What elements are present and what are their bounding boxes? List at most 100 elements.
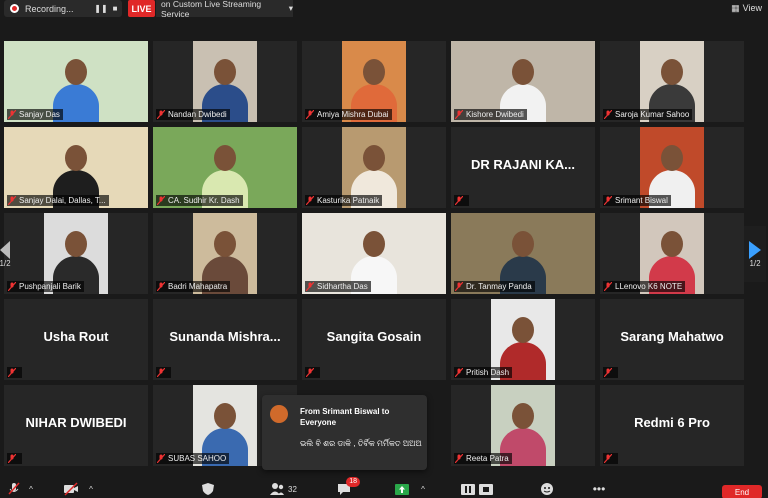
participant-tile[interactable]: Sangita Gosain bbox=[302, 299, 446, 380]
participant-display-name: Usha Rout bbox=[43, 329, 109, 344]
participant-head bbox=[214, 145, 236, 171]
participant-tile[interactable]: Amiya Mishra Dubai bbox=[302, 41, 446, 122]
participant-tile[interactable]: Redmi 6 Pro bbox=[600, 385, 744, 466]
mic-muted-icon bbox=[156, 110, 166, 120]
mic-muted-icon bbox=[7, 368, 17, 378]
participant-head bbox=[512, 317, 534, 343]
participant-tile[interactable]: Sarang Mahatwo bbox=[600, 299, 744, 380]
mic-muted-icon bbox=[7, 454, 17, 464]
shield-icon bbox=[202, 483, 214, 495]
participant-display-name: Sarang Mahatwo bbox=[620, 329, 724, 344]
participant-tile[interactable]: Sanjay Das bbox=[4, 41, 148, 122]
meeting-toolbar: ^ ^ 32 18 ^ ••• End bbox=[0, 477, 768, 498]
participant-tile[interactable]: Srimant Biswal bbox=[600, 127, 744, 208]
participant-tile[interactable]: Kishore Dwibedi bbox=[451, 41, 595, 122]
participant-name-label: Kishore Dwibedi bbox=[454, 109, 527, 120]
participant-name: Pritish Dash bbox=[466, 368, 510, 377]
page-indicator-right: 1/2 bbox=[749, 258, 761, 268]
participant-tile[interactable]: Sidhartha Das bbox=[302, 213, 446, 294]
participant-tile[interactable]: LLenovo K6 NOTE bbox=[600, 213, 744, 294]
participant-tile[interactable]: Kasturika Patnaik bbox=[302, 127, 446, 208]
mic-muted-icon bbox=[7, 282, 17, 292]
security-button[interactable] bbox=[200, 481, 216, 497]
participant-tile[interactable]: Dr. Tanmay Panda bbox=[451, 213, 595, 294]
participant-display-name: Sangita Gosain bbox=[326, 329, 422, 344]
mic-muted-icon bbox=[305, 110, 315, 120]
participants-button[interactable]: 32 bbox=[266, 481, 300, 497]
participant-name: Kishore Dwibedi bbox=[466, 110, 524, 119]
participant-head bbox=[65, 59, 87, 85]
participant-head bbox=[214, 403, 236, 429]
end-meeting-button[interactable]: End bbox=[722, 485, 762, 498]
pause-recording-icon[interactable]: ❚❚ bbox=[94, 4, 108, 13]
participant-tile[interactable]: Badri Mahapatra bbox=[153, 213, 297, 294]
participant-display-name: NIHAR DWIBEDI bbox=[25, 415, 127, 430]
stop-icon bbox=[479, 484, 493, 495]
participant-tile[interactable]: NIHAR DWIBEDI bbox=[4, 385, 148, 466]
participant-tile[interactable]: CA. Sudhir Kr. Dash bbox=[153, 127, 297, 208]
live-stream-service-dropdown[interactable]: on Custom Live Streaming Service ▾ bbox=[156, 0, 293, 19]
previous-page-button[interactable]: 1/2 bbox=[0, 226, 16, 282]
mic-muted-icon bbox=[454, 368, 464, 378]
mic-muted-icon bbox=[454, 110, 464, 120]
participant-name: Reeta Patra bbox=[466, 454, 509, 463]
participant-tile[interactable]: Saroja Kumar Sahoo bbox=[600, 41, 744, 122]
reactions-button[interactable] bbox=[540, 481, 556, 497]
view-button[interactable]: ▦ View bbox=[731, 1, 762, 15]
participant-name-label bbox=[603, 453, 618, 464]
participant-tile[interactable]: Reeta Patra bbox=[451, 385, 595, 466]
chat-unread-badge: 18 bbox=[346, 477, 360, 487]
mic-muted-icon bbox=[603, 110, 613, 120]
participant-display-name: Sunanda Mishra... bbox=[169, 329, 281, 344]
participant-head bbox=[363, 231, 385, 257]
participant-name: Saroja Kumar Sahoo bbox=[615, 110, 690, 119]
participant-tile[interactable]: Pushpanjali Barik bbox=[4, 213, 148, 294]
mic-muted-icon bbox=[7, 196, 17, 206]
mic-muted-icon bbox=[603, 282, 613, 292]
recording-indicator: Recording... ❚❚ ■ bbox=[4, 0, 122, 17]
participant-tile[interactable]: Sanjay Dalai, Dallas, T... bbox=[4, 127, 148, 208]
audio-options-caret-icon[interactable]: ^ bbox=[26, 481, 36, 497]
participant-name: Sanjay Dalai, Dallas, T... bbox=[19, 196, 106, 205]
chat-button[interactable]: 18 bbox=[336, 477, 360, 497]
more-options-icon[interactable]: ••• bbox=[590, 481, 608, 497]
video-options-caret-icon[interactable]: ^ bbox=[86, 481, 96, 497]
participant-name: Kasturika Patnaik bbox=[317, 196, 380, 205]
next-page-button[interactable]: 1/2 bbox=[744, 226, 766, 282]
record-icon bbox=[10, 4, 19, 13]
mute-button[interactable] bbox=[6, 481, 22, 497]
participants-icon bbox=[270, 483, 285, 495]
participant-display-name: Redmi 6 Pro bbox=[634, 415, 710, 430]
participant-tile[interactable]: Sunanda Mishra... bbox=[153, 299, 297, 380]
mic-muted-icon bbox=[7, 110, 17, 120]
avatar bbox=[270, 405, 288, 423]
smiley-plus-icon bbox=[541, 483, 553, 495]
stop-video-button[interactable] bbox=[62, 481, 80, 497]
mic-muted-icon bbox=[156, 282, 166, 292]
participant-tile[interactable]: Usha Rout bbox=[4, 299, 148, 380]
participant-name: LLenovo K6 NOTE bbox=[615, 282, 683, 291]
pause-stream-button[interactable] bbox=[460, 481, 476, 497]
stop-recording-icon[interactable]: ■ bbox=[108, 4, 122, 13]
participants-count: 32 bbox=[288, 484, 297, 494]
participant-name-label bbox=[454, 195, 469, 206]
participant-tile[interactable]: DR RAJANI KA... bbox=[451, 127, 595, 208]
mic-muted-icon bbox=[603, 368, 613, 378]
participant-name: Dr. Tanmay Panda bbox=[466, 282, 532, 291]
pause-icon bbox=[461, 484, 475, 495]
participant-name-label: Sanjay Dalai, Dallas, T... bbox=[7, 195, 109, 206]
mic-muted-icon bbox=[156, 196, 166, 206]
participant-tile[interactable]: Nandan Dwibedi bbox=[153, 41, 297, 122]
mic-muted-icon bbox=[305, 368, 315, 378]
chat-notification-popup[interactable]: From Srimant Biswal to Everyone ଭଲି ବି ଶ… bbox=[262, 395, 427, 470]
participant-name: Badri Mahapatra bbox=[168, 282, 228, 291]
participant-name-label: CA. Sudhir Kr. Dash bbox=[156, 195, 243, 206]
share-options-caret-icon[interactable]: ^ bbox=[418, 481, 428, 497]
participant-head bbox=[512, 59, 534, 85]
participant-name-label: Srimant Biswal bbox=[603, 195, 671, 206]
stop-stream-button[interactable] bbox=[478, 481, 494, 497]
participant-tile[interactable]: Pritish Dash bbox=[451, 299, 595, 380]
participant-name-label: LLenovo K6 NOTE bbox=[603, 281, 686, 292]
share-screen-button[interactable] bbox=[394, 481, 410, 497]
chat-message: ଭଲି ବି ଶର ଡାକି , ତିର୍ବିକ ମର୍ମିକତ ଅଅଅ bbox=[300, 439, 422, 448]
